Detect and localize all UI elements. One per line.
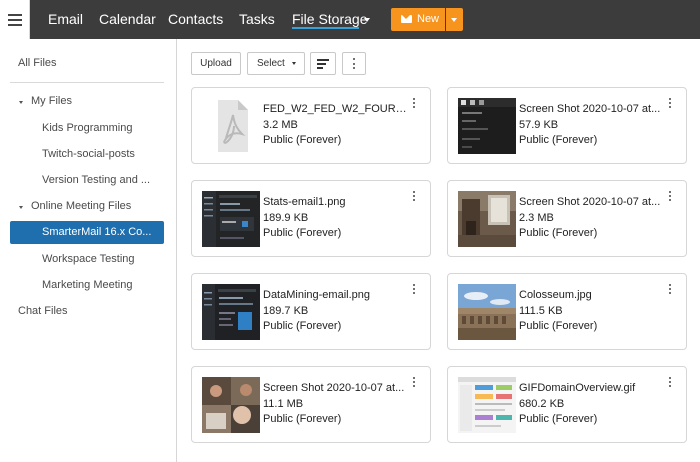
file-name: Screen Shot 2020-10-07 at... — [519, 103, 661, 115]
new-button-label: New — [417, 13, 440, 25]
sort-button[interactable] — [310, 52, 336, 75]
nav-tasks[interactable]: Tasks — [239, 0, 275, 39]
more-vertical-icon[interactable] — [411, 284, 417, 296]
more-vertical-icon[interactable] — [667, 284, 673, 296]
sidebar-item-marketing-meeting[interactable]: Marketing Meeting — [42, 279, 133, 291]
nav-calendar[interactable]: Calendar — [99, 0, 156, 39]
file-name: Colosseum.jpg — [519, 289, 592, 301]
upload-button[interactable]: Upload — [191, 52, 241, 75]
file-size: 57.9 KB — [519, 119, 559, 131]
sidebar-item-version-testing[interactable]: Version Testing and ... — [42, 174, 150, 186]
sidebar-all-files[interactable]: All Files — [18, 57, 57, 69]
select-caret-icon — [292, 62, 296, 65]
file-share-status: Public (Forever) — [519, 134, 598, 146]
file-card[interactable]: Screen Shot 2020-10-07 at... 11.1 MB Pub… — [191, 366, 431, 443]
file-share-status: Public (Forever) — [263, 320, 342, 332]
sidebar-chat-files[interactable]: Chat Files — [18, 305, 68, 317]
sidebar-item-smartermail-selected[interactable]: SmarterMail 16.x Co... — [10, 221, 164, 244]
file-storage-caret-icon[interactable] — [364, 18, 370, 22]
more-vertical-icon[interactable] — [667, 98, 673, 110]
online-meeting-collapse-icon[interactable] — [19, 206, 23, 209]
more-vertical-icon[interactable] — [411, 98, 417, 110]
file-size: 2.3 MB — [519, 212, 554, 224]
more-vertical-icon[interactable] — [667, 377, 673, 389]
sidebar-online-meeting-files[interactable]: Online Meeting Files — [31, 200, 131, 212]
file-size: 189.7 KB — [263, 305, 309, 317]
image-thumbnail — [202, 191, 260, 247]
hamburger-menu-icon[interactable] — [0, 0, 30, 39]
new-button[interactable]: New — [391, 8, 445, 31]
new-dropdown-icon[interactable] — [446, 8, 463, 31]
file-name: Screen Shot 2020-10-07 at... — [519, 196, 661, 208]
sidebar-my-files[interactable]: My Files — [31, 95, 72, 107]
image-thumbnail — [458, 98, 516, 154]
file-share-status: Public (Forever) — [263, 227, 342, 239]
file-share-status: Public (Forever) — [519, 227, 598, 239]
sidebar-divider — [10, 82, 164, 83]
image-thumbnail — [458, 284, 516, 340]
top-bar: Email Calendar Contacts Tasks File Stora… — [0, 0, 700, 39]
image-thumbnail — [458, 377, 516, 433]
envelope-icon — [401, 15, 412, 23]
image-thumbnail — [202, 377, 260, 433]
file-card[interactable]: FED_W2_FED_W2_FOUR_U... 3.2 MB Public (F… — [191, 87, 431, 164]
sidebar-item-kids-programming[interactable]: Kids Programming — [42, 122, 132, 134]
more-vertical-icon[interactable] — [411, 191, 417, 203]
file-name: FED_W2_FED_W2_FOUR_U... — [263, 103, 409, 115]
select-button-label: Select — [257, 58, 285, 69]
file-name: DataMining-email.png — [263, 289, 370, 301]
nav-file-storage[interactable]: File Storage — [292, 0, 367, 39]
sidebar-item-twitch-social-posts[interactable]: Twitch-social-posts — [42, 148, 135, 160]
active-tab-underline — [292, 27, 359, 29]
file-size: 11.1 MB — [263, 398, 304, 410]
nav-email[interactable]: Email — [48, 0, 83, 39]
pdf-file-icon — [202, 98, 260, 154]
file-card[interactable]: Screen Shot 2020-10-07 at... 2.3 MB Publ… — [447, 180, 687, 257]
file-size: 111.5 KB — [519, 305, 563, 317]
file-share-status: Public (Forever) — [519, 320, 598, 332]
more-options-button[interactable] — [342, 52, 366, 75]
file-name: Screen Shot 2020-10-07 at... — [263, 382, 405, 394]
nav-contacts[interactable]: Contacts — [168, 0, 223, 39]
more-vertical-icon[interactable] — [667, 191, 673, 203]
file-card[interactable]: Colosseum.jpg 111.5 KB Public (Forever) — [447, 273, 687, 350]
file-size: 3.2 MB — [263, 119, 298, 131]
sidebar-item-workspace-testing[interactable]: Workspace Testing — [42, 253, 135, 265]
select-button[interactable]: Select — [247, 52, 305, 75]
more-vertical-icon[interactable] — [411, 377, 417, 389]
file-card[interactable]: DataMining-email.png 189.7 KB Public (Fo… — [191, 273, 431, 350]
file-share-status: Public (Forever) — [263, 413, 342, 425]
file-card[interactable]: GIFDomainOverview.gif 680.2 KB Public (F… — [447, 366, 687, 443]
my-files-collapse-icon[interactable] — [19, 101, 23, 104]
file-card[interactable]: Screen Shot 2020-10-07 at... 57.9 KB Pub… — [447, 87, 687, 164]
file-share-status: Public (Forever) — [263, 134, 342, 146]
image-thumbnail — [458, 191, 516, 247]
file-size: 680.2 KB — [519, 398, 565, 410]
file-share-status: Public (Forever) — [519, 413, 598, 425]
file-size: 189.9 KB — [263, 212, 309, 224]
sidebar: All Files My Files Kids Programming Twit… — [0, 39, 177, 462]
file-name: Stats-email1.png — [263, 196, 346, 208]
file-card[interactable]: Stats-email1.png 189.9 KB Public (Foreve… — [191, 180, 431, 257]
image-thumbnail — [202, 284, 260, 340]
file-name: GIFDomainOverview.gif — [519, 382, 636, 394]
sidebar-item-label: SmarterMail 16.x Co... — [42, 226, 152, 238]
